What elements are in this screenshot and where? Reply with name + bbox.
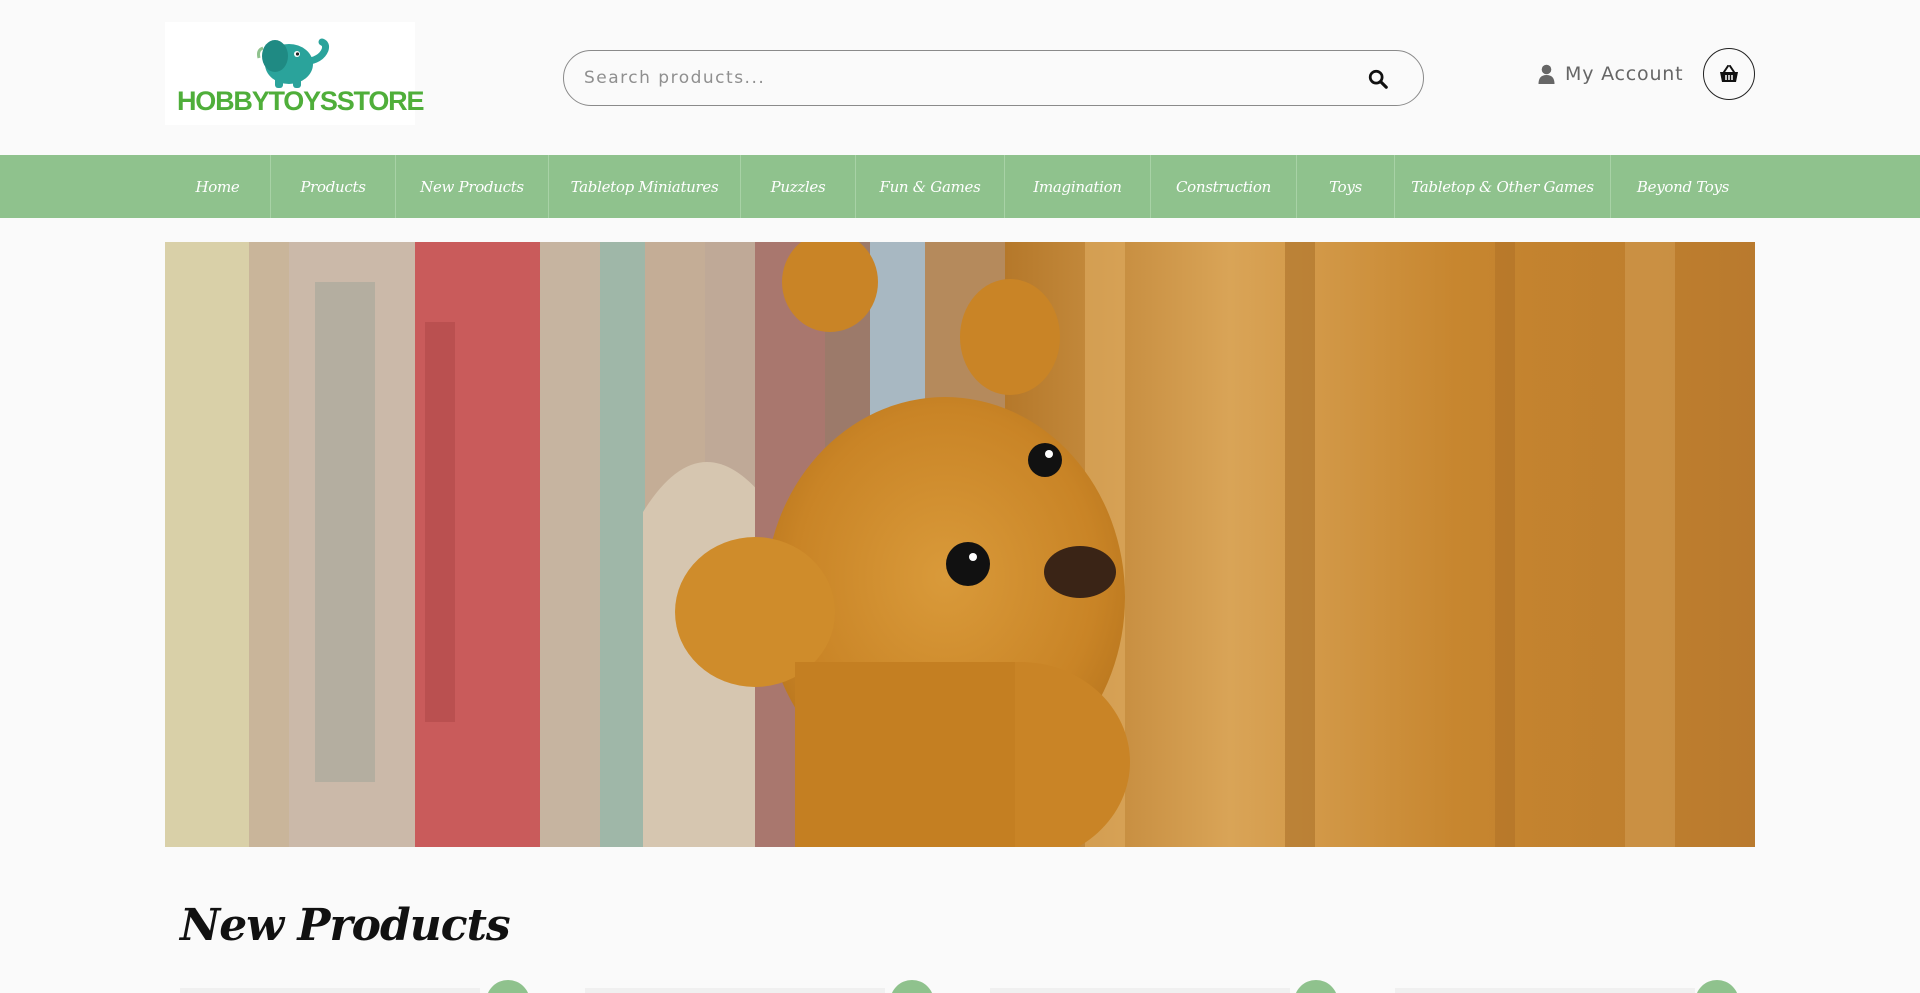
- cart-button[interactable]: [1703, 48, 1755, 100]
- new-products-heading: New Products: [180, 900, 511, 951]
- nav-items: Home Products New Products Tabletop Mini…: [165, 155, 1755, 218]
- search-bar: [563, 50, 1424, 106]
- hero-illustration: [165, 242, 1755, 847]
- my-account-link[interactable]: My Account: [1538, 60, 1683, 88]
- site-header: HOBBYTOYSSTORE My Account: [0, 0, 1920, 155]
- nav-item-new-products[interactable]: New Products: [396, 155, 549, 218]
- add-to-cart-badge-2[interactable]: [890, 980, 934, 993]
- search-input[interactable]: [584, 51, 1344, 105]
- hero-banner-image[interactable]: [165, 242, 1755, 847]
- nav-item-toys[interactable]: Toys: [1297, 155, 1395, 218]
- nav-item-puzzles[interactable]: Puzzles: [741, 155, 856, 218]
- nav-item-home[interactable]: Home: [165, 155, 271, 218]
- nav-item-construction[interactable]: Construction: [1151, 155, 1297, 218]
- site-logo[interactable]: HOBBYTOYSSTORE: [165, 22, 424, 125]
- product-card-4[interactable]: [1395, 988, 1695, 993]
- basket-icon: [1720, 65, 1738, 82]
- nav-item-tabletop-miniatures[interactable]: Tabletop Miniatures: [549, 155, 741, 218]
- user-icon: [1538, 64, 1555, 84]
- nav-item-tabletop-other-games[interactable]: Tabletop & Other Games: [1395, 155, 1611, 218]
- add-to-cart-badge-1[interactable]: [486, 980, 530, 993]
- add-to-cart-badge-3[interactable]: [1294, 980, 1338, 993]
- logo-text: HOBBYTOYSSTORE: [177, 86, 424, 116]
- my-account-label: My Account: [1565, 63, 1684, 85]
- product-card-1[interactable]: [180, 988, 480, 993]
- nav-item-beyond-toys[interactable]: Beyond Toys: [1611, 155, 1755, 218]
- product-card-3[interactable]: [990, 988, 1290, 993]
- elephant-logo-icon: [257, 38, 330, 88]
- nav-item-products[interactable]: Products: [271, 155, 396, 218]
- nav-item-imagination[interactable]: Imagination: [1005, 155, 1151, 218]
- product-card-2[interactable]: [585, 988, 885, 993]
- search-icon[interactable]: [1367, 68, 1389, 90]
- add-to-cart-badge-4[interactable]: [1695, 980, 1739, 993]
- nav-item-fun-games[interactable]: Fun & Games: [856, 155, 1005, 218]
- main-nav: Home Products New Products Tabletop Mini…: [0, 155, 1920, 218]
